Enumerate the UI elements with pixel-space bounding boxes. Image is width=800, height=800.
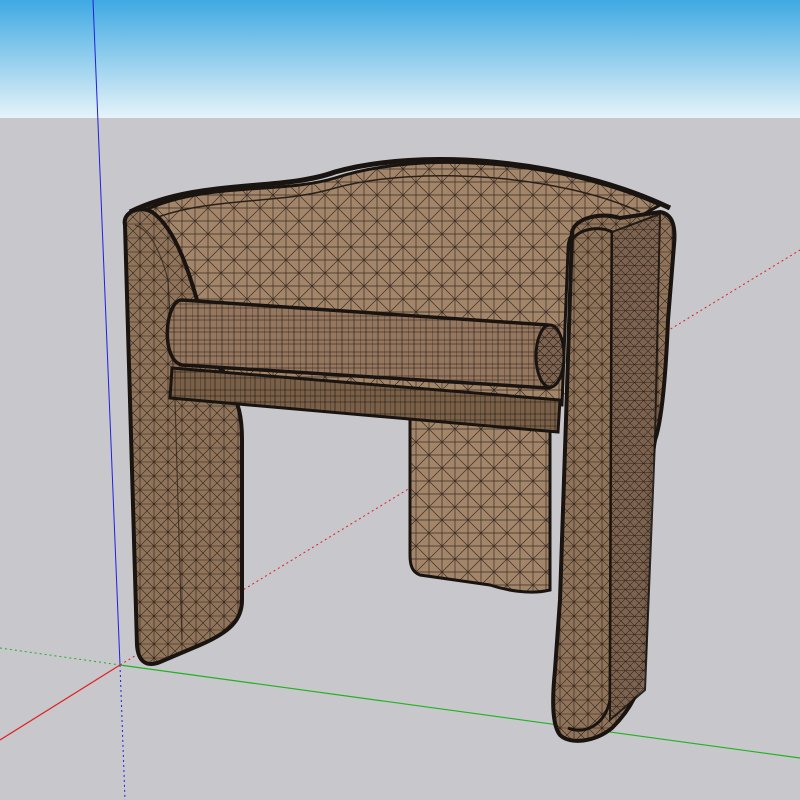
scene-canvas[interactable] bbox=[0, 0, 800, 800]
sky-background bbox=[0, 0, 800, 118]
rear-leg[interactable] bbox=[408, 413, 552, 594]
bolster-end-cap bbox=[534, 323, 566, 389]
sketchup-3d-viewport[interactable] bbox=[0, 0, 800, 800]
